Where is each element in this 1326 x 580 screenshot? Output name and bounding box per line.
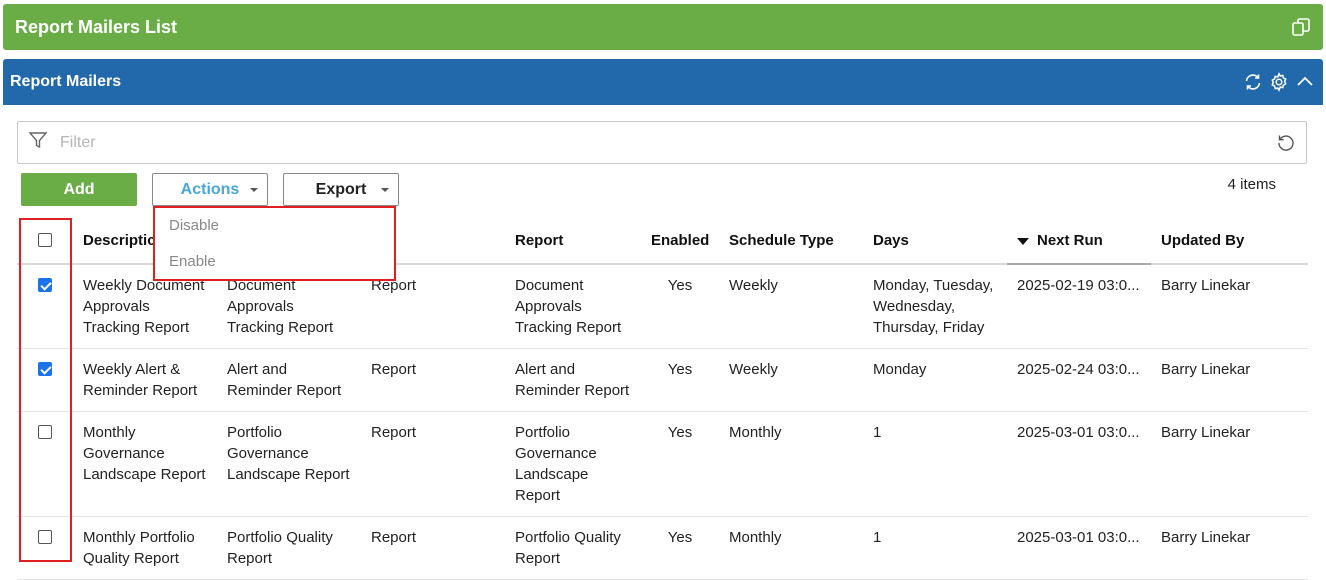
cell-next-run: 2025-02-24 03:0...	[1007, 348, 1151, 412]
cell-description: Weekly Alert & Reminder Report	[73, 348, 217, 412]
refresh-icon[interactable]	[1243, 72, 1263, 92]
cell-next-run: 2025-02-19 03:0...	[1007, 264, 1151, 349]
copy-icon[interactable]	[1291, 17, 1311, 37]
cell-name: Portfolio Governance Landscape Report	[217, 411, 361, 517]
cell-report: Document Approvals Tracking Report	[505, 264, 641, 349]
sort-descending-icon	[1017, 237, 1029, 245]
cell-type: Report	[361, 411, 505, 517]
actions-dropdown-button[interactable]: Actions	[152, 173, 268, 206]
cell-updated-by: Barry Linekar	[1151, 516, 1308, 580]
cell-days: Monday, Tuesday, Wednesday, Thursday, Fr…	[863, 264, 1007, 349]
select-all-header	[17, 218, 73, 265]
row-checkbox[interactable]	[38, 530, 52, 544]
cell-type: Report	[361, 348, 505, 412]
column-header-enabled[interactable]: Enabled	[641, 218, 719, 265]
page-title: Report Mailers List	[15, 16, 178, 37]
cell-enabled: Yes	[641, 264, 719, 349]
row-select-cell	[17, 264, 73, 349]
row-checkbox[interactable]	[38, 278, 52, 292]
cell-description: Monthly Portfolio Quality Report	[73, 516, 217, 580]
cell-updated-by: Barry Linekar	[1151, 264, 1308, 349]
row-select-cell	[17, 516, 73, 580]
cell-name: Alert and Reminder Report	[217, 348, 361, 412]
cell-name: Portfolio Quality Report	[217, 516, 361, 580]
cell-schedule-type: Monthly	[719, 516, 863, 580]
export-label: Export	[315, 180, 367, 198]
actions-label: Actions	[180, 180, 240, 198]
row-select-cell	[17, 348, 73, 412]
panel-header: Report Mailers	[3, 59, 1323, 105]
cell-days: 1	[863, 516, 1007, 580]
cell-enabled: Yes	[641, 348, 719, 412]
table-row[interactable]: Monthly Portfolio Quality Report Portfol…	[17, 516, 1308, 580]
filter-bar	[17, 121, 1307, 164]
caret-down-icon	[250, 188, 258, 192]
cell-days: Monday	[863, 348, 1007, 412]
column-header-updated-by[interactable]: Updated By	[1151, 218, 1308, 265]
caret-down-icon	[381, 188, 389, 192]
row-checkbox[interactable]	[38, 425, 52, 439]
cell-schedule-type: Monthly	[719, 411, 863, 517]
row-select-cell	[17, 411, 73, 517]
page-header: Report Mailers List	[3, 4, 1323, 50]
cell-schedule-type: Weekly	[719, 264, 863, 349]
column-header-days[interactable]: Days	[863, 218, 1007, 265]
add-button[interactable]: Add	[21, 173, 137, 206]
cell-enabled: Yes	[641, 516, 719, 580]
cell-next-run: 2025-03-01 03:0...	[1007, 411, 1151, 517]
cell-updated-by: Barry Linekar	[1151, 411, 1308, 517]
menu-item-disable[interactable]: Disable	[155, 208, 394, 244]
export-dropdown-button[interactable]: Export	[283, 173, 399, 206]
items-count: 4 items	[1227, 176, 1276, 193]
filter-icon	[28, 130, 48, 155]
cell-updated-by: Barry Linekar	[1151, 348, 1308, 412]
gear-icon[interactable]	[1269, 72, 1289, 92]
cell-schedule-type: Weekly	[719, 348, 863, 412]
select-all-checkbox[interactable]	[38, 233, 52, 247]
column-header-next-run[interactable]: Next Run	[1007, 218, 1151, 265]
cell-enabled: Yes	[641, 411, 719, 517]
reset-icon[interactable]	[1276, 133, 1296, 153]
column-header-schedule-type[interactable]: Schedule Type	[719, 218, 863, 265]
cell-description: Monthly Governance Landscape Report	[73, 411, 217, 517]
panel-title: Report Mailers	[10, 73, 122, 90]
cell-report: Portfolio Governance Landscape Report	[505, 411, 641, 517]
cell-next-run: 2025-03-01 03:0...	[1007, 516, 1151, 580]
cell-days: 1	[863, 411, 1007, 517]
table-row[interactable]: Monthly Governance Landscape Report Port…	[17, 411, 1308, 517]
cell-report: Alert and Reminder Report	[505, 348, 641, 412]
filter-input[interactable]	[58, 132, 1276, 153]
cell-report: Portfolio Quality Report	[505, 516, 641, 580]
table-row[interactable]: Weekly Alert & Reminder Report Alert and…	[17, 348, 1308, 412]
row-checkbox[interactable]	[38, 362, 52, 376]
chevron-up-icon[interactable]	[1295, 72, 1315, 92]
actions-menu: Disable Enable	[153, 206, 396, 281]
column-header-report[interactable]: Report	[505, 218, 641, 265]
menu-item-enable[interactable]: Enable	[155, 244, 394, 280]
column-header-next-run-label: Next Run	[1037, 232, 1103, 249]
cell-type: Report	[361, 516, 505, 580]
